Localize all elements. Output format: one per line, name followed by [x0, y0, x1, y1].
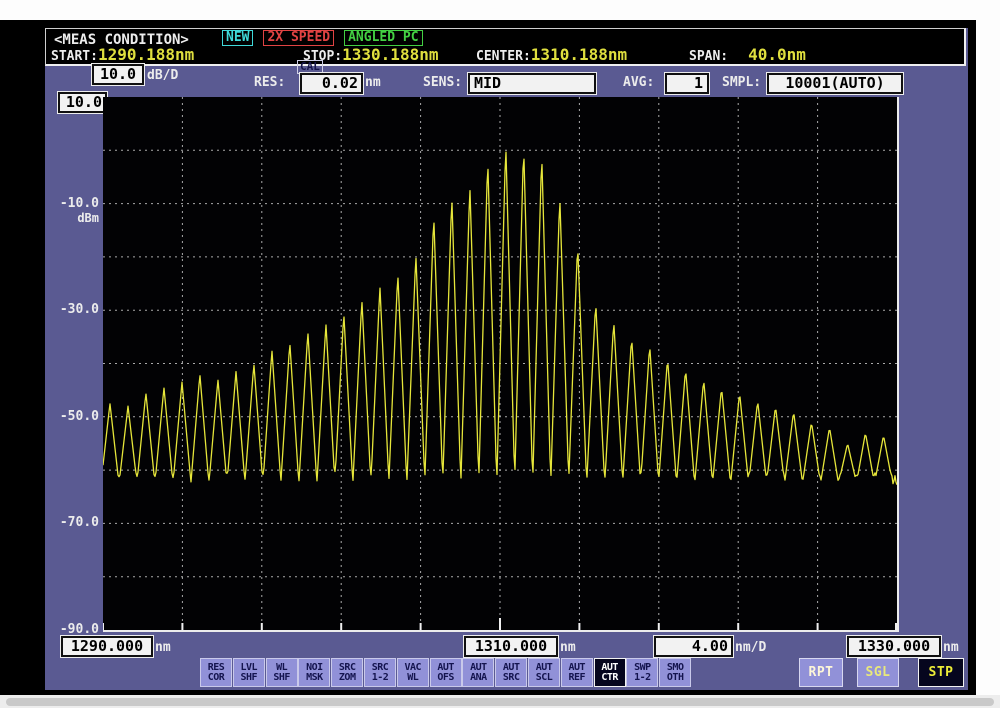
span-label: SPAN: [689, 49, 728, 64]
center-value: 1310.188nm [531, 45, 627, 64]
meas-condition-bar: <MEAS CONDITION> NEW2X SPEEDANGLED PC ST… [45, 28, 966, 66]
softkey-smo-oth[interactable]: SMOOTH [659, 658, 691, 687]
level-scale-unit: dB/D [147, 68, 178, 83]
spectrum-graticule [103, 97, 897, 630]
status-badge-2x-speed: 2X SPEED [263, 30, 334, 46]
avg-value-box: 1 [665, 73, 709, 94]
x-stop-box: 1330.000 [847, 636, 941, 657]
softkey-aut-ofs[interactable]: AUTOFS [430, 658, 462, 687]
single-key[interactable]: SGL [857, 658, 899, 687]
softkey-src-1-2[interactable]: SRC1-2 [364, 658, 396, 687]
cal-badge: CAL [297, 60, 323, 74]
horizontal-scrollbar[interactable] [6, 698, 994, 706]
stop-field: STOP:1330.188nm [303, 45, 438, 64]
page: <MEAS CONDITION> NEW2X SPEEDANGLED PC ST… [0, 0, 1000, 708]
smpl-label: SMPL: [722, 75, 761, 90]
sens-label: SENS: [423, 75, 462, 90]
status-badges: NEW 2X SPEED ANGLED PC [222, 30, 423, 46]
softkey-aut-ctr[interactable]: AUTCTR [594, 658, 626, 687]
instrument-screen: <MEAS CONDITION> NEW2X SPEEDANGLED PC ST… [45, 28, 968, 690]
smpl-value-box: 10001(AUTO) [767, 73, 903, 94]
res-label: RES: [254, 75, 285, 90]
softkey-wl-shf[interactable]: WLSHF [266, 658, 298, 687]
span-field: SPAN: 40.0nm [689, 45, 806, 64]
x-center-unit: nm [560, 640, 576, 655]
instrument-bezel: <MEAS CONDITION> NEW2X SPEEDANGLED PC ST… [0, 20, 976, 696]
browser-bottom-strip [0, 695, 1000, 708]
softkey-aut-src[interactable]: AUTSRC [495, 658, 527, 687]
status-badge-angled-pc: ANGLED PC [344, 30, 422, 46]
softkey-res-cor[interactable]: RESCOR [200, 658, 232, 687]
span-value: 40.0nm [748, 45, 806, 64]
y-axis-label: -90.0 [47, 622, 99, 637]
stop-key[interactable]: STP [918, 658, 964, 687]
y-axis-label: -50.0 [47, 409, 99, 424]
softkey-noi-msk[interactable]: NOIMSK [298, 658, 330, 687]
sens-value-box: MID [468, 73, 596, 94]
center-label: CENTER: [476, 49, 531, 64]
res-unit: nm [365, 75, 381, 90]
x-stop-unit: nm [943, 640, 959, 655]
res-value-box: 0.02 [300, 73, 363, 94]
softkey-swp-1-2[interactable]: SWP1-2 [626, 658, 658, 687]
status-badge-new: NEW [222, 30, 253, 46]
softkey-aut-ref[interactable]: AUTREF [561, 658, 593, 687]
x-center-box: 1310.000 [464, 636, 558, 657]
y-axis-unit: dBm [47, 211, 99, 225]
start-label: START: [51, 49, 98, 64]
x-start-box: 1290.000 [61, 636, 153, 657]
start-value: 1290.188nm [98, 45, 194, 64]
ref-level-box: 10.0 [58, 92, 107, 113]
x-scale-box: 4.00 [654, 636, 733, 657]
repeat-key[interactable]: RPT [799, 658, 843, 687]
softkey-src-zom[interactable]: SRCZOM [331, 658, 363, 687]
softkey-aut-scl[interactable]: AUTSCL [528, 658, 560, 687]
y-axis-label: -30.0 [47, 302, 99, 317]
softkey-lvl-shf[interactable]: LVLSHF [233, 658, 265, 687]
softkey-bar: RESCORLVLSHFWLSHFNOIMSKSRCZOMSRC1-2VACWL… [45, 658, 968, 688]
y-axis-label: -10.0 [47, 196, 99, 211]
stop-value: 1330.188nm [342, 45, 438, 64]
sweep-range-row: START:1290.188nmSTOP:1330.188nmCENTER:13… [46, 45, 964, 64]
level-scale-box: 10.0 [92, 64, 144, 85]
avg-label: AVG: [623, 75, 654, 90]
x-start-unit: nm [155, 640, 171, 655]
softkey-aut-ana[interactable]: AUTANA [462, 658, 494, 687]
spectrum-plot [103, 97, 899, 632]
center-field: CENTER:1310.188nm [476, 45, 627, 64]
softkey-vac-wl[interactable]: VACWL [397, 658, 429, 687]
x-scale-unit: nm/D [735, 640, 766, 655]
y-axis-label: -70.0 [47, 515, 99, 530]
start-field: START:1290.188nm [51, 45, 194, 64]
